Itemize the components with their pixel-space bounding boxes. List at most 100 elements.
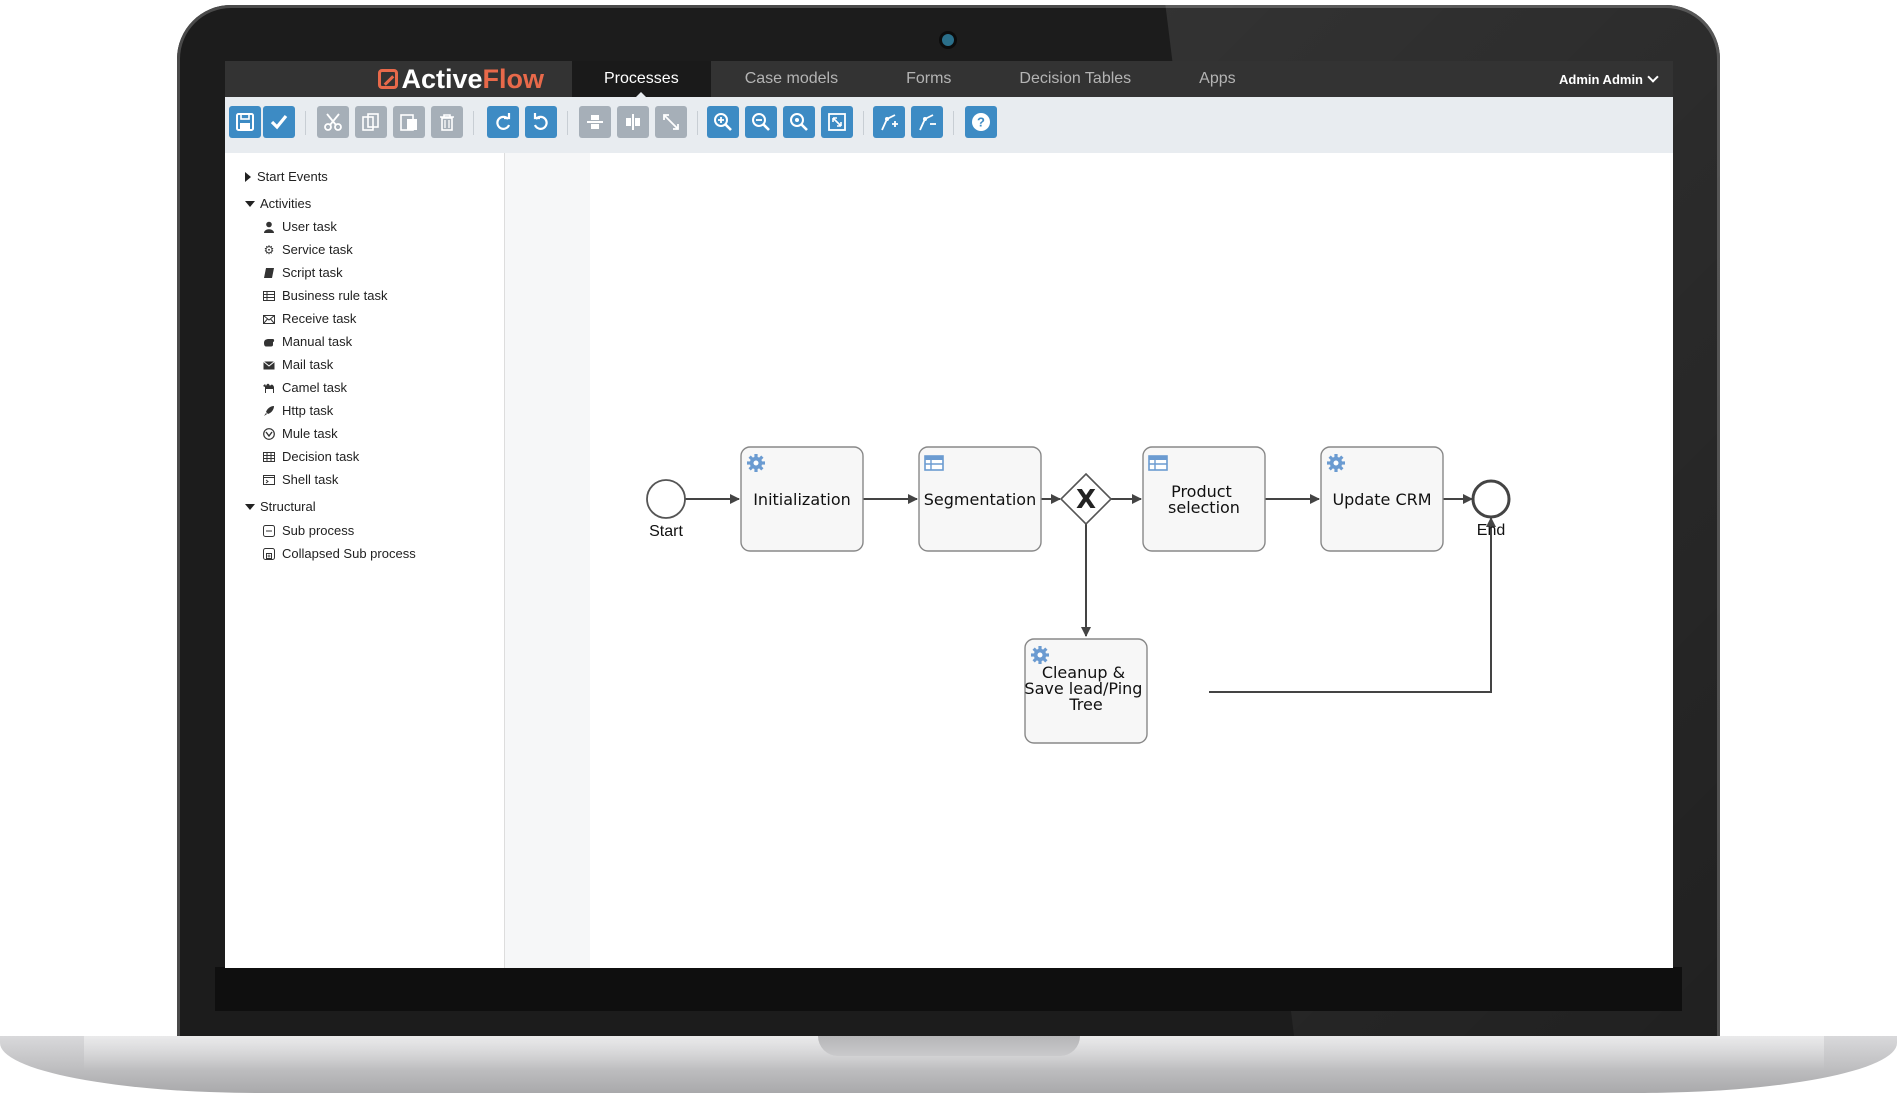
task-segmentation[interactable]: Segmentation [918, 446, 1042, 552]
toolbar-divider [305, 111, 306, 135]
palette-item-shell-task[interactable]: Shell task [262, 472, 338, 487]
tab-processes[interactable]: Processes [572, 61, 711, 98]
hand-icon [262, 335, 276, 349]
logo-text: Active [401, 63, 483, 94]
user-menu[interactable]: Admin Admin [1559, 61, 1659, 97]
palette-group-activities[interactable]: Activities [245, 196, 311, 211]
palette-group-label: Activities [260, 196, 312, 211]
palette-item-label: Mule task [282, 426, 338, 441]
redo-button[interactable] [487, 106, 519, 138]
tab-apps[interactable]: Apps [1165, 61, 1269, 97]
palette-item-service-task[interactable]: ⚙ Service task [262, 242, 353, 257]
palette-group-structural[interactable]: Structural [245, 499, 316, 514]
copy-button[interactable] [355, 106, 387, 138]
delete-button[interactable] [431, 106, 463, 138]
zoom-out-icon [752, 113, 770, 131]
palette-item-mail-task[interactable]: Mail task [262, 357, 333, 372]
toolbar-divider [863, 111, 864, 135]
palette-item-collapsed-sub-process[interactable]: Collapsed Sub process [262, 546, 416, 561]
task-cleanup[interactable]: Cleanup & Save lead/Ping Tree [1024, 638, 1148, 744]
tab-case-models[interactable]: Case models [711, 61, 872, 97]
svg-text:Product selection: Product selection [1168, 482, 1240, 517]
diagram-canvas[interactable]: Start Initialization Segmentation X Prod… [590, 153, 1673, 968]
palette-group-label: Start Events [257, 169, 328, 184]
palette-item-manual-task[interactable]: Manual task [262, 334, 352, 349]
copy-icon [362, 113, 379, 131]
end-event[interactable] [1471, 479, 1511, 519]
start-event-label: Start [649, 523, 683, 540]
palette-item-label: Mail task [282, 357, 334, 372]
canvas-gutter [505, 153, 590, 968]
rocket-icon [262, 404, 276, 418]
caret-down-icon [245, 200, 255, 207]
cut-icon [324, 113, 342, 131]
palette-item-mule-task[interactable]: Mule task [262, 426, 338, 441]
editor-toolbar: ? [225, 97, 1673, 154]
palette-item-label: Http task [282, 403, 334, 418]
palette-item-script-task[interactable]: Script task [262, 265, 343, 280]
palette-item-label: Business rule task [282, 288, 388, 303]
app-screen: Active Flow Processes Case models Forms D… [225, 61, 1673, 968]
zoom-in-icon [714, 113, 732, 131]
logo-text-accent: Flow [482, 63, 545, 94]
zoom-actual-button[interactable] [783, 106, 815, 138]
toolbar-divider [697, 111, 698, 135]
same-size-button[interactable] [655, 106, 687, 138]
envelope-icon [262, 358, 276, 372]
palette-item-http-task[interactable]: Http task [262, 403, 333, 418]
user-icon [262, 220, 276, 234]
help-button[interactable]: ? [965, 106, 997, 138]
start-event[interactable] [646, 479, 686, 519]
gear-icon [1327, 454, 1345, 472]
add-bendpoint-icon [881, 114, 898, 131]
palette-item-user-task[interactable]: User task [262, 219, 337, 234]
zoom-out-button[interactable] [745, 106, 777, 138]
remove-bendpoint-button[interactable] [911, 106, 943, 138]
logo-icon [378, 69, 399, 89]
zoom-actual-icon [790, 113, 808, 131]
paste-button[interactable] [393, 106, 425, 138]
end-event-label: End [1477, 522, 1505, 539]
zoom-fit-button[interactable] [821, 106, 853, 138]
logo[interactable]: Active Flow [225, 61, 572, 97]
cut-button[interactable] [317, 106, 349, 138]
task-initialization[interactable]: Initialization [740, 446, 864, 552]
resize-icon [663, 114, 679, 130]
task-product-selection[interactable]: Product selection [1142, 446, 1266, 552]
palette-item-decision-task[interactable]: Decision task [262, 449, 359, 464]
caret-right-icon [245, 171, 251, 182]
tab-forms[interactable]: Forms [872, 61, 985, 97]
palette-item-receive-task[interactable]: Receive task [262, 311, 356, 326]
zoom-fit-icon [828, 113, 846, 131]
palette-item-label: Collapsed Sub process [282, 546, 416, 561]
palette-item-sub-process[interactable]: Sub process [262, 523, 354, 538]
add-bendpoint-button[interactable] [873, 106, 905, 138]
remove-bendpoint-icon [919, 114, 936, 131]
caret-down-icon [245, 503, 255, 510]
palette-item-label: Shell task [282, 472, 339, 487]
palette-item-business-rule-task[interactable]: Business rule task [262, 288, 388, 303]
palette-item-label: Script task [282, 265, 343, 280]
undo-button[interactable] [525, 106, 557, 138]
process-diagram: Start Initialization Segmentation X Prod… [646, 446, 1511, 744]
palette-item-label: Decision task [282, 449, 360, 464]
save-button[interactable] [229, 106, 261, 138]
paste-icon [400, 114, 417, 131]
chevron-down-icon [1647, 71, 1659, 83]
svg-text:?: ? [977, 115, 985, 130]
collapsed-subprocess-icon [262, 547, 276, 561]
align-vertical-button[interactable] [579, 106, 611, 138]
task-label: Update CRM [1332, 490, 1431, 509]
exclusive-gateway[interactable]: X [1059, 472, 1113, 526]
zoom-in-button[interactable] [707, 106, 739, 138]
align-horizontal-button[interactable] [617, 106, 649, 138]
help-icon: ? [972, 113, 990, 131]
palette-item-camel-task[interactable]: Camel task [262, 380, 347, 395]
tab-decision-tables[interactable]: Decision Tables [985, 61, 1165, 97]
palette-group-start-events[interactable]: Start Events [245, 169, 328, 184]
task-update-crm[interactable]: Update CRM [1320, 446, 1444, 552]
validate-button[interactable] [263, 106, 295, 138]
checkmark-icon [270, 114, 288, 130]
gateway-x-icon: X [1076, 485, 1096, 515]
save-icon [236, 113, 254, 131]
